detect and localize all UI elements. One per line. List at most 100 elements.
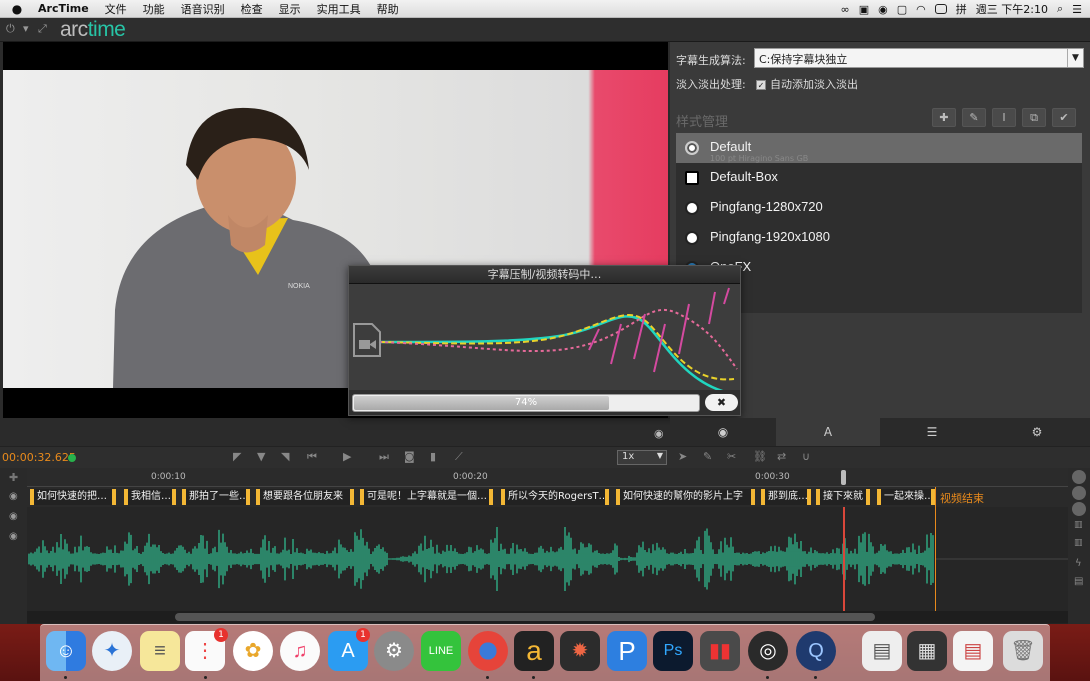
lightning-icon[interactable]: ϟ	[1075, 558, 1082, 569]
horizontal-scrollbar[interactable]	[27, 611, 1068, 623]
battery-icon[interactable]	[934, 4, 947, 14]
style-item-pingfang-1280[interactable]: Pingfang-1280x720	[676, 193, 1082, 223]
final-cut-icon[interactable]: ✹	[560, 631, 600, 671]
skip-back-icon[interactable]: ⏮	[307, 450, 317, 464]
time-ruler[interactable]: 0:00:10 0:00:20 0:00:30	[27, 468, 1068, 487]
playhead-handle[interactable]	[841, 470, 846, 485]
subtitle-clip[interactable]: 所以今天的RogersT…	[501, 489, 609, 505]
creative-cloud-icon[interactable]: ∞	[841, 3, 850, 16]
tab-list[interactable]: ☰	[880, 418, 984, 446]
chrome-icon[interactable]	[468, 631, 508, 671]
fade-checkbox-row[interactable]: ✓ 自动添加淡入淡出	[756, 76, 858, 92]
obs-icon[interactable]: ◎	[748, 631, 788, 671]
add-style-button[interactable]: ✚	[932, 108, 956, 127]
cancel-encoding-button[interactable]: ✖	[705, 394, 738, 411]
swap-icon[interactable]: ⇄	[777, 450, 786, 463]
subtitle-clip[interactable]: 如何快速的把…	[30, 489, 116, 505]
downloads-stack-icon[interactable]: ▤	[953, 631, 993, 671]
wand-icon[interactable]: ⟋	[455, 450, 463, 464]
system-preferences-icon[interactable]: ⚙	[374, 631, 414, 671]
subtitle-clip[interactable]: 想要跟各位朋友来	[256, 489, 354, 505]
subtitle-clip[interactable]: 接下來就	[816, 489, 870, 505]
recent-folder-icon[interactable]: ▦	[907, 631, 947, 671]
menu-check[interactable]: 检查	[233, 1, 271, 17]
bars-icon[interactable]: ▥	[1074, 520, 1083, 530]
expand-icon[interactable]: ⤢	[38, 22, 47, 36]
duplicate-style-button[interactable]: ⧉	[1022, 108, 1046, 127]
menu-file[interactable]: 文件	[97, 1, 135, 17]
notification-icon[interactable]: ▣	[859, 3, 869, 16]
style-item-default-box[interactable]: Default-Box	[676, 163, 1082, 193]
style-item-pingfang-1920[interactable]: Pingfang-1920x1080	[676, 223, 1082, 253]
notification-center-icon[interactable]: ☰	[1072, 3, 1082, 16]
play-icon[interactable]: ▶	[343, 450, 351, 463]
clock[interactable]: 週三 下午2:10	[976, 1, 1048, 17]
arctime-icon[interactable]: a	[514, 631, 554, 671]
style-item-default[interactable]: Default 100 pt Hiragino Sans GB	[676, 133, 1082, 163]
subtitle-clip[interactable]: 那拍了一些…	[182, 489, 250, 505]
finder-icon[interactable]: ☺	[46, 631, 86, 671]
menu-help[interactable]: 帮助	[369, 1, 407, 17]
subtitle-clip[interactable]: 可是呢！上字幕就是一個…	[360, 489, 493, 505]
magnet-icon[interactable]: ∪	[802, 450, 810, 463]
music-icon[interactable]: ♫	[280, 631, 320, 671]
apply-style-button[interactable]: ✔	[1052, 108, 1076, 127]
add-track-icon[interactable]: ✚	[9, 471, 18, 484]
apple-icon[interactable]: ●	[0, 2, 34, 16]
screen-recorder-icon[interactable]: ▮▮	[700, 631, 740, 671]
screen-icon[interactable]: ▢	[897, 3, 907, 16]
speed-select[interactable]: 1x ▼	[617, 450, 667, 465]
scissors-icon[interactable]: ✂	[727, 450, 736, 463]
wifi-icon[interactable]: ◠	[916, 3, 926, 16]
photoshop-icon[interactable]: Ps	[653, 631, 693, 671]
camera-icon[interactable]: ◙	[404, 450, 415, 463]
edit-style-button[interactable]: ✎	[962, 108, 986, 127]
line-icon[interactable]: LINE	[421, 631, 461, 671]
zoom-knob-icon[interactable]	[1072, 470, 1086, 484]
skip-forward-icon[interactable]: ⏭	[379, 450, 389, 464]
keyboard-icon[interactable]: ▤	[1074, 576, 1083, 587]
spotlight-icon[interactable]: ⌕	[1057, 2, 1063, 16]
menu-function[interactable]: 功能	[135, 1, 173, 17]
subtitle-clip[interactable]: 一起來操…	[877, 489, 935, 505]
marker-down-icon[interactable]: ▼	[257, 450, 265, 463]
record-icon[interactable]: ◉	[878, 3, 888, 16]
menu-tools[interactable]: 实用工具	[309, 1, 369, 17]
algo-select[interactable]: C:保持字幕块独立 ▼	[754, 48, 1084, 68]
zoom-knob-icon[interactable]	[1072, 486, 1086, 500]
menu-display[interactable]: 显示	[271, 1, 309, 17]
trash-icon[interactable]: 🗑	[1003, 631, 1043, 671]
safari-icon[interactable]: ✦	[92, 631, 132, 671]
menu-app-name[interactable]: ArcTime	[34, 2, 97, 15]
subtitle-clip[interactable]: 我相信…	[124, 489, 176, 505]
bookmark-icon[interactable]: ▮	[430, 450, 436, 463]
zoom-knob-icon[interactable]	[1072, 502, 1086, 516]
eye-icon[interactable]: ◉	[9, 491, 18, 502]
mark-out-icon[interactable]: ◥	[281, 450, 289, 463]
power-icon[interactable]: ⏻	[6, 22, 15, 36]
menu-speech[interactable]: 语音识别	[173, 1, 233, 17]
subtitle-clip[interactable]: 如何快速的幫你的影片上字	[616, 489, 755, 505]
quicktime-icon[interactable]: Q	[796, 631, 836, 671]
eye-icon[interactable]: ◉	[9, 531, 18, 542]
tab-font[interactable]: A	[776, 418, 880, 446]
pages-icon[interactable]: P	[607, 631, 647, 671]
audio-waveform[interactable]	[27, 487, 1068, 611]
document-icon[interactable]: ▤	[862, 631, 902, 671]
subtitle-clip[interactable]: 那到底…	[761, 489, 811, 505]
bars-icon[interactable]: ▥	[1074, 538, 1083, 548]
eye-icon[interactable]: ◉	[9, 511, 18, 522]
text-cursor-button[interactable]: I	[992, 108, 1016, 127]
chevron-down-icon[interactable]: ▾	[23, 22, 29, 35]
cursor-icon[interactable]: ➤	[678, 450, 687, 463]
fade-checkbox[interactable]: ✓	[756, 80, 766, 90]
input-method-icon[interactable]: 拼	[956, 1, 967, 17]
photos-icon[interactable]: ✿	[233, 631, 273, 671]
edit-icon[interactable]: ✎	[703, 450, 712, 463]
notes-icon[interactable]: ≡	[140, 631, 180, 671]
tab-comments[interactable]: ◉	[670, 418, 776, 446]
link-icon[interactable]: ⛓	[753, 450, 767, 463]
eye-icon[interactable]: ◉	[654, 427, 664, 440]
scrollbar-thumb[interactable]	[175, 613, 875, 621]
mark-in-icon[interactable]: ◤	[233, 450, 241, 463]
